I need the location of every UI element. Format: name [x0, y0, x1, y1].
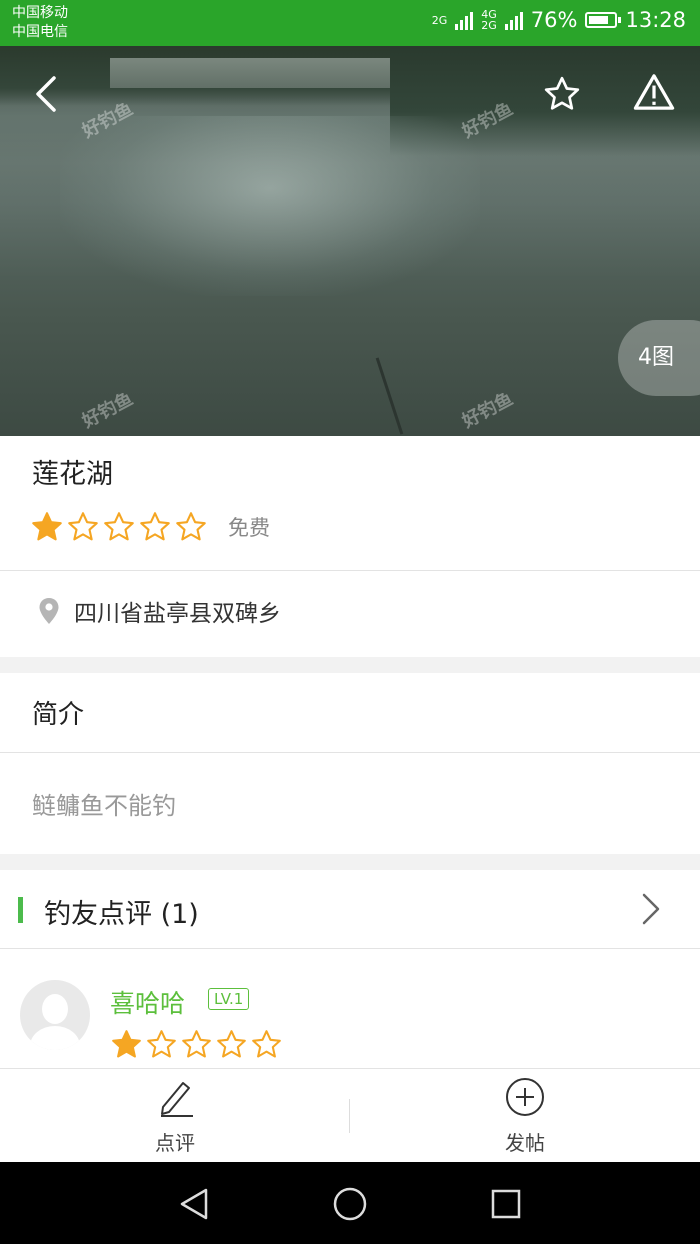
- avatar[interactable]: [20, 980, 90, 1050]
- battery-percent: 76%: [530, 8, 578, 32]
- network-type-2: 4G 2G: [481, 9, 497, 31]
- pencil-icon: [161, 1082, 193, 1117]
- divider: [0, 752, 700, 753]
- location-pin-icon: [39, 598, 59, 624]
- spot-rating-stars: [30, 510, 208, 544]
- report-button[interactable]: [630, 68, 678, 116]
- carrier-info: 中国移动 中国电信: [12, 4, 68, 42]
- star-empty-icon: [250, 1028, 283, 1061]
- divider: [0, 570, 700, 571]
- intro-title: 简介: [32, 700, 85, 730]
- reviewer-name[interactable]: 喜哈哈: [110, 984, 185, 1020]
- action-bar: 点评 发帖: [0, 1068, 700, 1163]
- new-post-label: 发帖: [505, 1131, 545, 1155]
- status-bar: 中国移动 中国电信 2G 4G 2G 76% 13:28: [0, 0, 700, 46]
- star-empty-icon: [102, 510, 136, 544]
- network-type-1: 2G: [432, 15, 448, 26]
- section-spacer: [0, 657, 700, 673]
- star-empty-icon: [145, 1028, 178, 1061]
- clock: 13:28: [625, 8, 686, 32]
- carrier-2: 中国电信: [12, 24, 68, 40]
- network-label: 2G: [481, 19, 497, 32]
- nav-home-button[interactable]: [328, 1182, 372, 1226]
- fishing-rod: [375, 357, 404, 435]
- circle-home-icon: [333, 1187, 367, 1221]
- system-nav-bar: [0, 1162, 700, 1244]
- write-review-label: 点评: [155, 1131, 195, 1155]
- back-button[interactable]: [24, 72, 68, 116]
- address-text: 四川省盐亭县双碑乡: [74, 601, 281, 627]
- star-empty-icon: [66, 510, 100, 544]
- carrier-1: 中国移动: [12, 5, 68, 21]
- reviews-more-button[interactable]: [640, 892, 662, 930]
- intro-text: 鲢鳙鱼不能钓: [32, 792, 176, 820]
- plus-circle-icon: [506, 1078, 544, 1116]
- watermark: 好钓鱼: [78, 388, 137, 433]
- star-empty-icon: [174, 510, 208, 544]
- signal-2-icon: [504, 10, 523, 30]
- level-badge: LV.1: [208, 988, 250, 1010]
- review-rating-stars: [110, 1028, 283, 1061]
- star-filled-icon: [30, 510, 64, 544]
- back-icon: [36, 76, 56, 112]
- network-label: 2G: [431, 13, 448, 27]
- triangle-back-icon: [180, 1188, 208, 1220]
- section-spacer: [0, 854, 700, 870]
- square-recents-icon: [491, 1189, 521, 1219]
- chevron-right-icon: [642, 893, 660, 925]
- write-review-button[interactable]: 点评: [0, 1069, 350, 1163]
- spot-rating-row: 免费: [30, 510, 270, 544]
- section-accent-bar: [18, 897, 23, 923]
- nav-back-button[interactable]: [172, 1182, 216, 1226]
- star-empty-icon: [180, 1028, 213, 1061]
- nav-recents-button[interactable]: [484, 1182, 528, 1226]
- photo-count-badge[interactable]: 4图: [618, 320, 700, 396]
- battery-icon: [585, 12, 622, 28]
- star-outline-icon: [544, 76, 580, 110]
- spot-name: 莲花湖: [32, 459, 113, 490]
- star-empty-icon: [138, 510, 172, 544]
- signal-1-icon: [455, 10, 474, 30]
- star-filled-icon: [110, 1028, 143, 1061]
- price-label: 免费: [228, 516, 270, 540]
- warning-icon: [633, 74, 675, 110]
- status-indicators: 2G 4G 2G 76% 13:28: [432, 8, 686, 32]
- favorite-button[interactable]: [538, 70, 586, 118]
- watermark: 好钓鱼: [458, 388, 517, 433]
- reviews-title[interactable]: 钓友点评 (1): [44, 892, 199, 931]
- divider: [0, 948, 700, 949]
- star-empty-icon: [215, 1028, 248, 1061]
- spot-photo[interactable]: 好钓鱼 好钓鱼 好钓鱼 好钓鱼: [0, 46, 700, 436]
- new-post-button[interactable]: 发帖: [350, 1069, 700, 1163]
- address-row[interactable]: 四川省盐亭县双碑乡: [38, 594, 281, 628]
